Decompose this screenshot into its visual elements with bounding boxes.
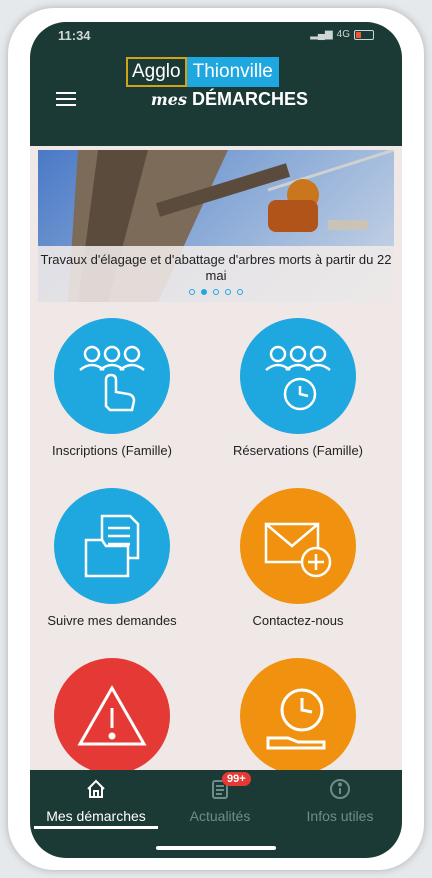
warning-icon[interactable]	[54, 658, 170, 774]
clock-hand-icon[interactable]	[240, 658, 356, 774]
carousel-dot[interactable]	[189, 289, 195, 295]
tab-label: Infos utiles	[306, 808, 374, 824]
notification-badge: 99+	[222, 772, 251, 786]
carousel-dot[interactable]	[213, 289, 219, 295]
info-icon	[278, 778, 402, 808]
app-header: 11:34 ▂▄▆ 4G Agglo Thionville mes DÉMARC…	[30, 22, 402, 146]
active-tab-indicator	[34, 826, 158, 829]
documents-folder-icon[interactable]	[54, 488, 170, 604]
logo-agglo: Agglo	[126, 57, 187, 87]
mail-add-icon[interactable]	[240, 488, 356, 604]
status-indicators: ▂▄▆ 4G	[310, 29, 374, 40]
home-icon	[34, 778, 158, 808]
battery-icon	[354, 29, 374, 40]
tile-suivre-demandes[interactable]: Suivre mes demandes	[32, 488, 192, 629]
carousel-dot-active[interactable]	[201, 289, 207, 295]
logo-subtitle: mes DÉMARCHES	[150, 89, 308, 109]
people-clock-icon[interactable]	[240, 318, 356, 434]
tab-actualites[interactable]: 99+ Actualités	[158, 770, 282, 824]
carousel-dot[interactable]	[237, 289, 243, 295]
tile-contact[interactable]: Contactez-nous	[218, 488, 378, 629]
home-indicator	[156, 846, 276, 850]
tab-label: Mes démarches	[46, 808, 146, 824]
carousel-dot[interactable]	[225, 289, 231, 295]
tile-rendez-vous[interactable]	[218, 658, 378, 774]
news-carousel[interactable]: Travaux d'élagage et d'abattage d'arbres…	[38, 150, 394, 302]
news-icon	[158, 778, 282, 808]
tile-label: Réservations (Famille)	[232, 443, 364, 458]
tile-inscriptions[interactable]: Inscriptions (Famille)	[32, 318, 192, 459]
tile-label: Contactez-nous	[252, 613, 344, 628]
status-time: 11:34	[58, 28, 91, 43]
app-screen: 11:34 ▂▄▆ 4G Agglo Thionville mes DÉMARC…	[30, 22, 402, 858]
app-logo: Agglo Thionville mes DÉMARCHES	[126, 57, 308, 110]
people-hand-icon[interactable]	[54, 318, 170, 434]
hamburger-menu-icon[interactable]	[56, 92, 76, 106]
logo-thionville: Thionville	[186, 57, 279, 87]
tab-label: Actualités	[189, 808, 251, 824]
signal-icon: ▂▄▆	[310, 29, 333, 40]
tile-signalement[interactable]	[32, 658, 192, 774]
tile-reservations[interactable]: Réservations (Famille)	[218, 318, 378, 459]
tile-label: Inscriptions (Famille)	[52, 443, 172, 458]
tab-infos-utiles[interactable]: Infos utiles	[278, 770, 402, 824]
bottom-tab-bar: Mes démarches 99+ Actualités Infos utile…	[30, 770, 402, 858]
carousel-dots[interactable]	[38, 289, 394, 295]
tab-mes-demarches[interactable]: Mes démarches	[34, 770, 158, 824]
network-label: 4G	[336, 29, 350, 40]
tile-label: Suivre mes demandes	[47, 613, 177, 628]
